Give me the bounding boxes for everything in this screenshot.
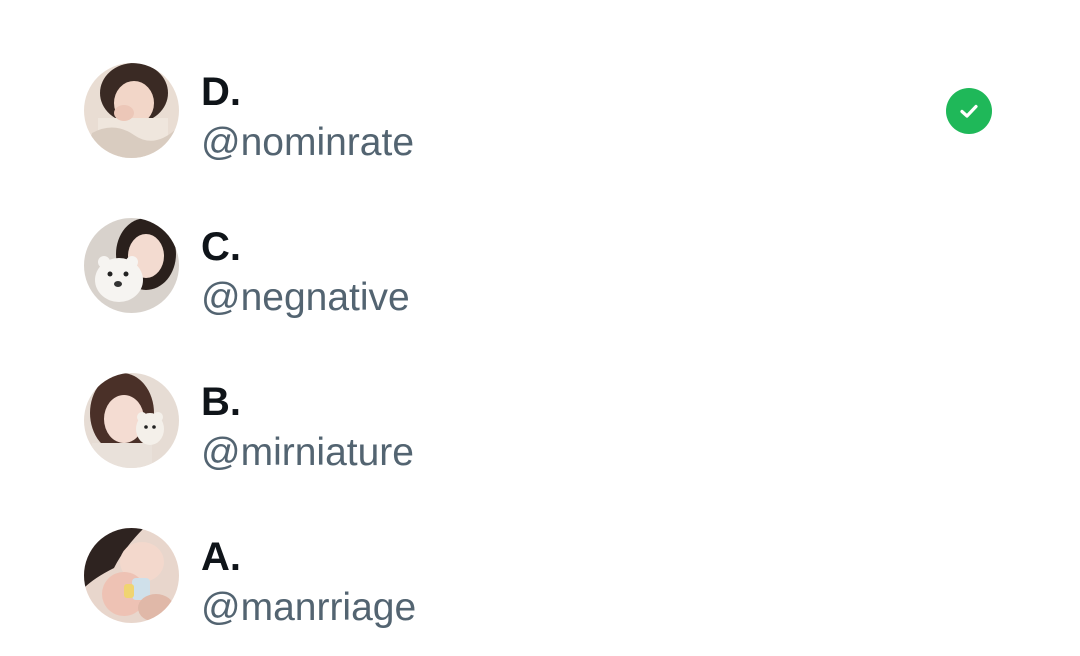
avatar: [84, 218, 179, 313]
avatar: [84, 63, 179, 158]
display-name: A.: [201, 535, 241, 579]
avatar: [84, 528, 179, 623]
account-handle: @negnative: [201, 276, 410, 319]
account-handle: @nominrate: [201, 121, 415, 164]
account-row-nominrate[interactable]: D. @nominrate: [0, 36, 1080, 186]
display-name: C.: [201, 225, 241, 269]
account-handle: @mirniature: [201, 431, 414, 474]
account-row-mirniature[interactable]: B. @mirniature: [0, 346, 1080, 496]
display-name: D.: [201, 70, 241, 114]
account-handle: @manrriage: [201, 586, 417, 629]
checkmark-circle-icon: [946, 88, 992, 134]
display-name: B.: [201, 380, 241, 424]
avatar: [84, 373, 179, 468]
account-row-negnative[interactable]: C. @negnative: [0, 191, 1080, 341]
account-switcher-list: D. @nominrate C. @negnative B. @mirniatu…: [0, 0, 1080, 656]
account-row-manrriage[interactable]: A. @manrriage: [0, 501, 1080, 651]
